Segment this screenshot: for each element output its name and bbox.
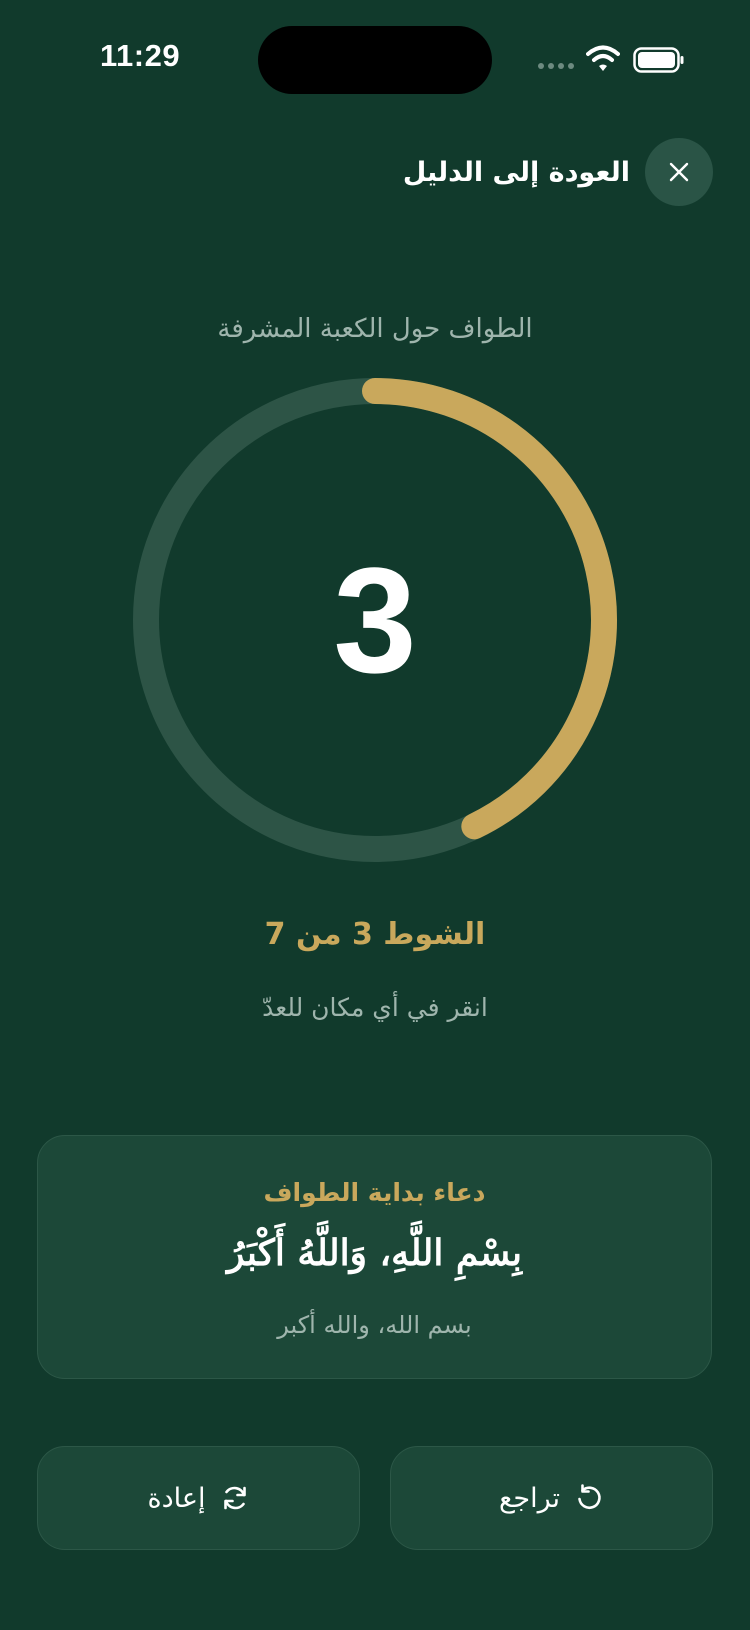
wifi-icon (586, 45, 620, 71)
ritual-title: الطواف حول الكعبة المشرفة (217, 314, 533, 344)
progress-ring-fill (362, 378, 617, 840)
dynamic-island (258, 26, 492, 94)
cellular-signal-icon (538, 63, 574, 69)
dua-card: دعاء بداية الطواف بِسْمِ اللَّهِ، وَاللَ… (37, 1135, 712, 1379)
close-button[interactable] (645, 138, 713, 206)
screen[interactable]: 11:29 العودة إلى الدليل الطواف حول الكعب… (0, 0, 750, 1630)
reset-label: إعادة (147, 1482, 206, 1514)
dua-title: دعاء بداية الطواف (263, 1178, 486, 1207)
status-time: 11:29 (100, 38, 181, 73)
close-icon (669, 162, 689, 182)
undo-label: تراجع (499, 1482, 560, 1514)
tap-hint: انقر في أي مكان للعدّ (262, 993, 488, 1022)
refresh-icon (220, 1483, 250, 1513)
undo-button[interactable]: تراجع (390, 1446, 713, 1550)
reset-button[interactable]: إعادة (37, 1446, 360, 1550)
back-to-guide-link[interactable]: العودة إلى الدليل (403, 152, 630, 194)
round-label: الشوط 3 من 7 (264, 917, 486, 952)
progress-ring[interactable] (131, 376, 619, 864)
dua-arabic-text: بِسْمِ اللَّهِ، وَاللَّهُ أَكْبَرُ (227, 1232, 522, 1274)
battery-icon (633, 47, 684, 73)
undo-icon (574, 1483, 604, 1513)
dua-plain-text: بسم الله، والله أكبر (277, 1311, 472, 1339)
